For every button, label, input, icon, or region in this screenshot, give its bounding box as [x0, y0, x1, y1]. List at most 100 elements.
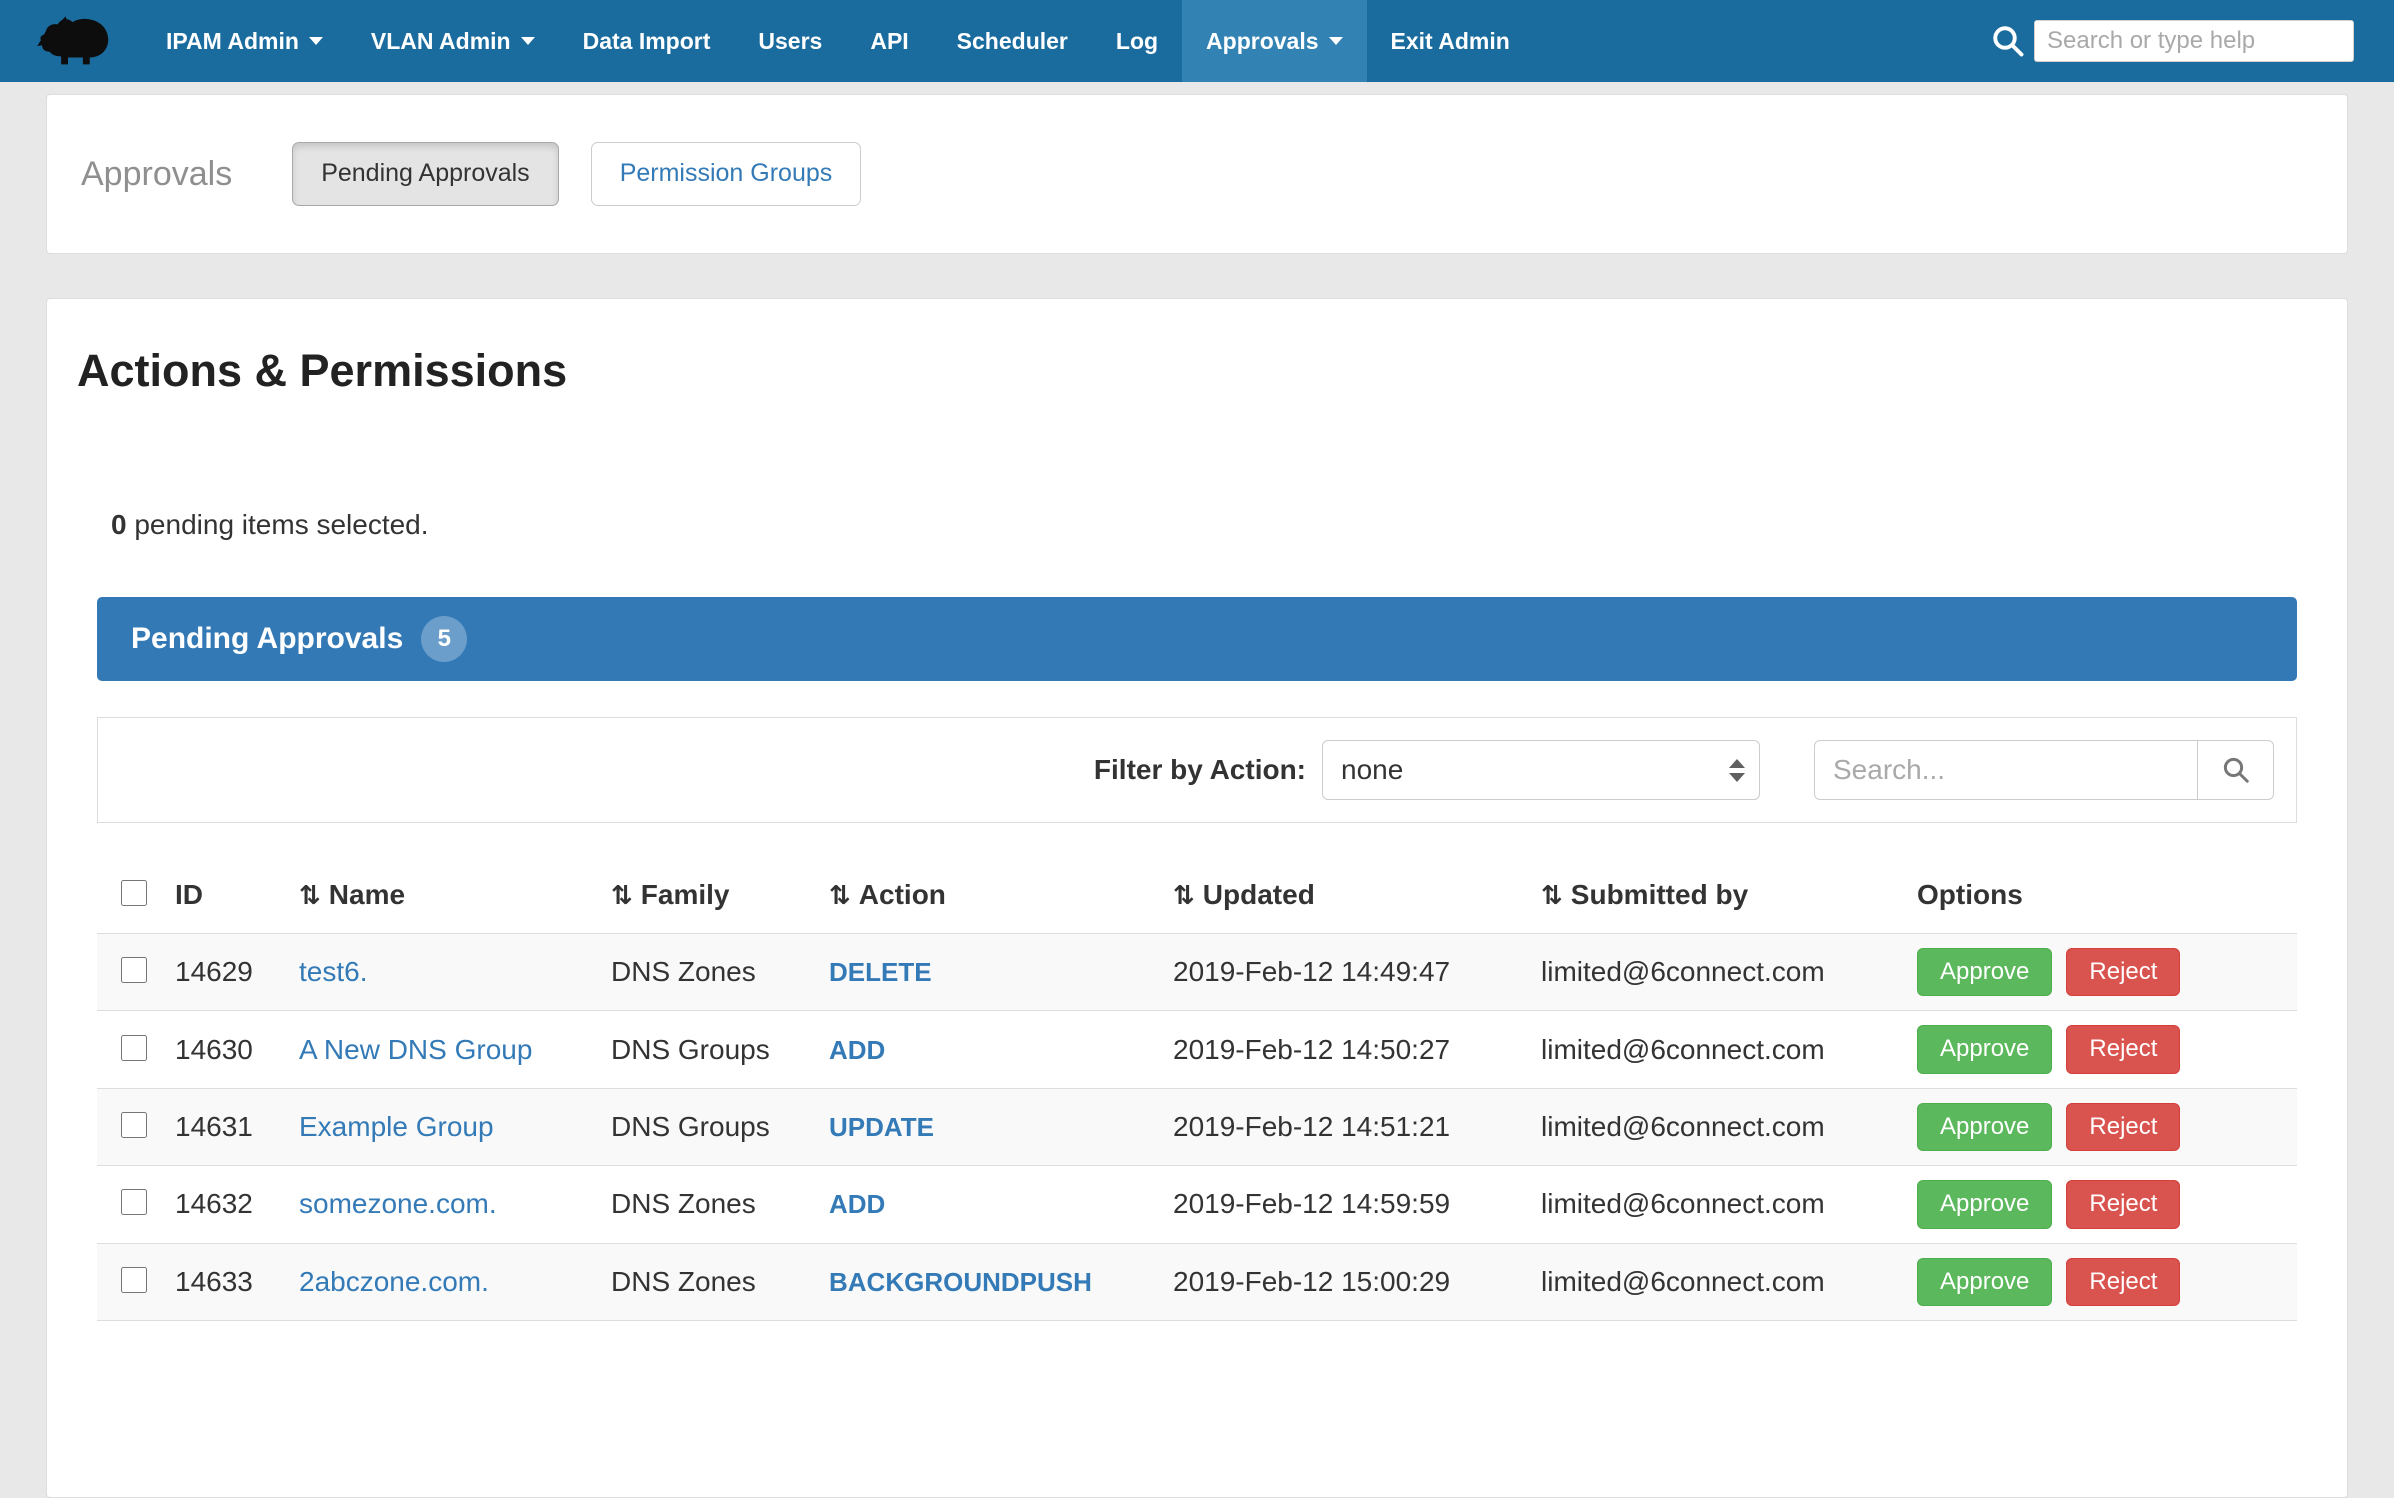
name-link[interactable]: 2abczone.com.	[299, 1266, 489, 1297]
cell-checkbox	[97, 934, 161, 1011]
column-label: Submitted by	[1571, 879, 1748, 910]
reject-button[interactable]: Reject	[2066, 1103, 2180, 1151]
column-header-name: ⇅Name	[285, 863, 597, 934]
sort-icon[interactable]: ⇅	[611, 880, 633, 910]
action-link[interactable]: ADD	[829, 1189, 885, 1219]
cell-action: ADD	[815, 1011, 1159, 1088]
cell-name: somezone.com.	[285, 1166, 597, 1243]
name-link[interactable]: test6.	[299, 956, 367, 987]
sort-icon[interactable]: ⇅	[1173, 880, 1195, 910]
row-checkbox[interactable]	[121, 1112, 147, 1138]
sort-icon[interactable]: ⇅	[299, 880, 321, 910]
cell-name: A New DNS Group	[285, 1011, 597, 1088]
nav-item-label: Scheduler	[957, 28, 1068, 55]
nav-item-api[interactable]: API	[846, 0, 932, 82]
cell-checkbox	[97, 1088, 161, 1165]
cell-family: DNS Groups	[597, 1088, 815, 1165]
cell-updated: 2019-Feb-12 15:00:29	[1159, 1243, 1527, 1320]
nav-item-label: Exit Admin	[1391, 28, 1510, 55]
sort-icon[interactable]: ⇅	[1541, 880, 1563, 910]
cell-action: ADD	[815, 1166, 1159, 1243]
cell-family: DNS Zones	[597, 934, 815, 1011]
panel-title: Pending Approvals	[131, 622, 403, 656]
name-link[interactable]: A New DNS Group	[299, 1034, 532, 1065]
cell-updated: 2019-Feb-12 14:51:21	[1159, 1088, 1527, 1165]
name-link[interactable]: somezone.com.	[299, 1188, 497, 1219]
table-row: 14629test6.DNS ZonesDELETE2019-Feb-12 14…	[97, 934, 2297, 1011]
caret-down-icon	[1329, 37, 1343, 45]
page-title: Approvals	[81, 155, 232, 194]
search-icon	[2221, 755, 2251, 785]
column-header-family: ⇅Family	[597, 863, 815, 934]
approve-button[interactable]: Approve	[1917, 948, 2052, 996]
row-checkbox[interactable]	[121, 1035, 147, 1061]
nav-item-label: VLAN Admin	[371, 28, 511, 55]
filter-label: Filter by Action:	[1094, 754, 1306, 786]
action-link[interactable]: DELETE	[829, 957, 932, 987]
reject-button[interactable]: Reject	[2066, 1025, 2180, 1073]
table-search-button[interactable]	[2198, 740, 2274, 800]
cell-submitted-by: limited@6connect.com	[1527, 934, 1903, 1011]
cell-id: 14633	[161, 1243, 285, 1320]
cell-updated: 2019-Feb-12 14:59:59	[1159, 1166, 1527, 1243]
tab-pending-approvals[interactable]: Pending Approvals	[292, 142, 558, 206]
approvals-table: ID⇅Name⇅Family⇅Action⇅Updated⇅Submitted …	[97, 863, 2297, 1321]
count-badge: 5	[421, 616, 467, 662]
nav-item-label: Data Import	[583, 28, 711, 55]
nav-item-data-import[interactable]: Data Import	[559, 0, 735, 82]
nav-item-approvals[interactable]: Approvals	[1182, 0, 1366, 82]
column-header-updated: ⇅ Updated	[1159, 863, 1527, 934]
column-label: Updated	[1203, 879, 1315, 910]
cell-id: 14632	[161, 1166, 285, 1243]
column-header-submitted-by: ⇅ Submitted by	[1527, 863, 1903, 934]
action-link[interactable]: ADD	[829, 1035, 885, 1065]
nav-item-vlan-admin[interactable]: VLAN Admin	[347, 0, 559, 82]
table-search-input[interactable]	[1814, 740, 2198, 800]
action-link[interactable]: UPDATE	[829, 1112, 934, 1142]
tab-permission-groups[interactable]: Permission Groups	[591, 142, 862, 206]
nav-search-input[interactable]	[2034, 20, 2354, 62]
column-header-options: Options	[1903, 863, 2297, 934]
pending-approvals-panel: Pending Approvals 5 Filter by Action: no…	[97, 597, 2297, 1321]
cell-action: BACKGROUNDPUSH	[815, 1243, 1159, 1320]
action-filter-value: none	[1341, 754, 1403, 786]
table-header-row: ID⇅Name⇅Family⇅Action⇅Updated⇅Submitted …	[97, 863, 2297, 934]
reject-button[interactable]: Reject	[2066, 1258, 2180, 1306]
nav-item-ipam-admin[interactable]: IPAM Admin	[142, 0, 347, 82]
cell-action: UPDATE	[815, 1088, 1159, 1165]
nav-search-icon[interactable]	[1990, 23, 2026, 59]
select-all-checkbox[interactable]	[121, 880, 147, 906]
nav-item-scheduler[interactable]: Scheduler	[933, 0, 1092, 82]
cell-checkbox	[97, 1166, 161, 1243]
reject-button[interactable]: Reject	[2066, 948, 2180, 996]
row-checkbox[interactable]	[121, 957, 147, 983]
row-checkbox[interactable]	[121, 1189, 147, 1215]
nav-item-users[interactable]: Users	[734, 0, 846, 82]
approve-button[interactable]: Approve	[1917, 1103, 2052, 1151]
approve-button[interactable]: Approve	[1917, 1180, 2052, 1228]
action-filter-select[interactable]: none	[1322, 740, 1760, 800]
cell-updated: 2019-Feb-12 14:49:47	[1159, 934, 1527, 1011]
approve-button[interactable]: Approve	[1917, 1258, 2052, 1306]
selected-text: pending items selected.	[134, 509, 428, 540]
nav-item-label: IPAM Admin	[166, 28, 299, 55]
select-all-header	[97, 863, 161, 934]
nav-item-exit-admin[interactable]: Exit Admin	[1367, 0, 1534, 82]
cell-name: 2abczone.com.	[285, 1243, 597, 1320]
select-arrows-icon	[1729, 759, 1745, 782]
sort-icon[interactable]: ⇅	[829, 880, 851, 910]
table-row: 146332abczone.com.DNS ZonesBACKGROUNDPUS…	[97, 1243, 2297, 1320]
column-label: ID	[175, 879, 203, 910]
reject-button[interactable]: Reject	[2066, 1180, 2180, 1228]
table-row: 14632somezone.com.DNS ZonesADD2019-Feb-1…	[97, 1166, 2297, 1243]
cell-submitted-by: limited@6connect.com	[1527, 1011, 1903, 1088]
nav-item-label: Users	[758, 28, 822, 55]
approve-button[interactable]: Approve	[1917, 1025, 2052, 1073]
action-link[interactable]: BACKGROUNDPUSH	[829, 1267, 1092, 1297]
cell-submitted-by: limited@6connect.com	[1527, 1088, 1903, 1165]
row-checkbox[interactable]	[121, 1267, 147, 1293]
cell-options: Approve Reject	[1903, 1011, 2297, 1088]
brand-logo[interactable]	[36, 14, 116, 69]
name-link[interactable]: Example Group	[299, 1111, 494, 1142]
nav-item-log[interactable]: Log	[1092, 0, 1182, 82]
